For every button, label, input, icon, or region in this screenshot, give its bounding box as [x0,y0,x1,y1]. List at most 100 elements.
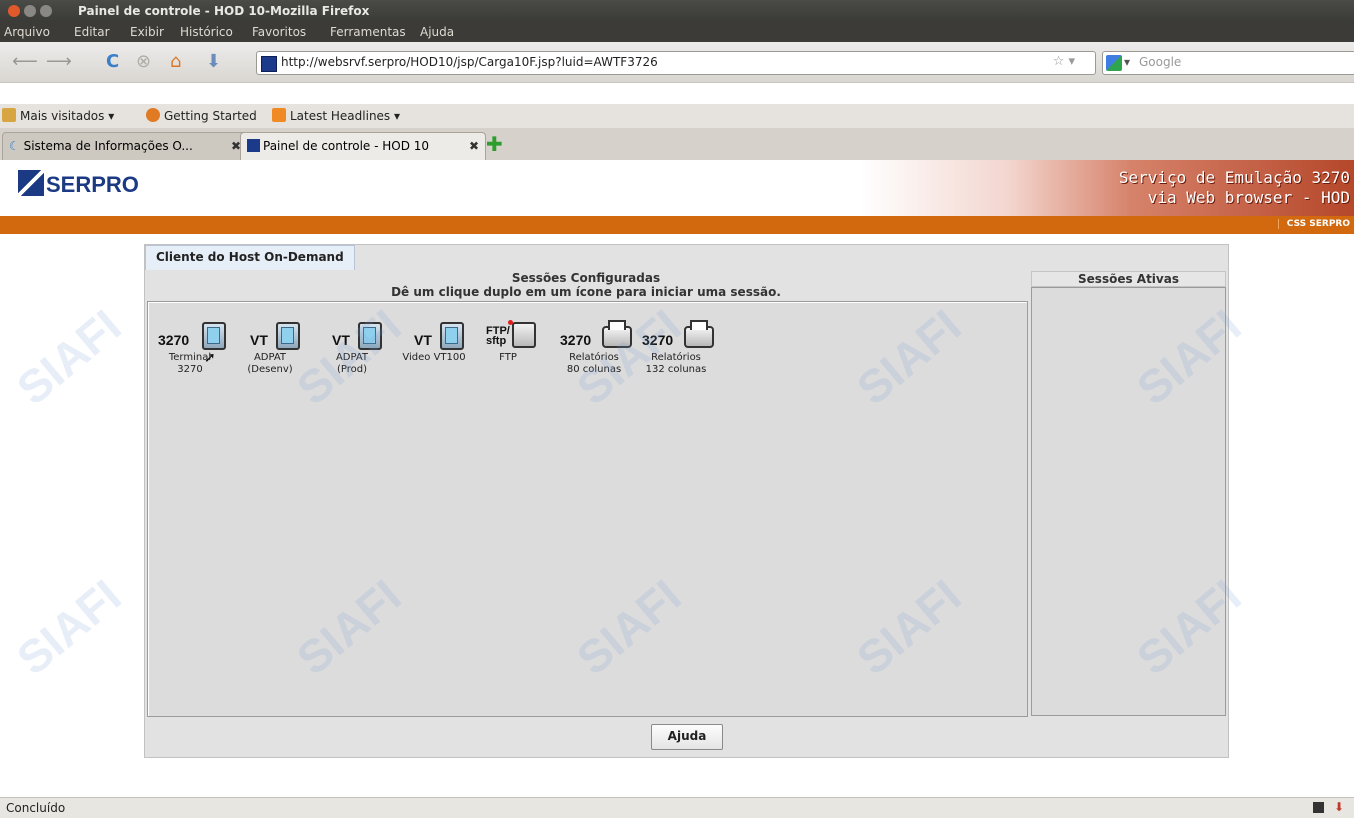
serpro-logo: SERPRO [18,170,139,198]
menu-bar: Arquivo Editar Exibir Histórico Favorito… [0,22,1354,42]
session-tag: 3270 [642,332,674,348]
session-tag: VT [414,332,432,348]
session-tag: FTP/ sftp [486,325,510,347]
rss-icon [272,108,286,122]
reload-icon[interactable]: C [106,52,119,72]
session-terminal-3270[interactable]: 3270 Terminal 3270 [150,316,230,376]
new-tab-icon[interactable]: ✚ [486,134,504,154]
search-placeholder: Google [1139,55,1182,69]
session-sublabel: 3270 [177,364,203,375]
configured-sessions-hint: Dê um clique duplo em um ícone para inic… [391,285,781,299]
help-button[interactable]: Ajuda [651,724,723,750]
bookmarks-bar: Mais visitados ▾ Getting Started Latest … [0,104,1354,129]
home-icon[interactable]: ⌂ [170,52,181,72]
loading-icon: ☾ [9,139,24,153]
monitor-icon [358,322,382,350]
monitor-icon [276,322,300,350]
menu-ajuda[interactable]: Ajuda [420,25,454,39]
printer-icon [684,320,714,348]
session-label: FTP [499,352,517,363]
banner-graphic: Serviço de Emulação 3270 via Web browser… [860,160,1354,216]
site-favicon [261,56,277,72]
banner-line1: Serviço de Emulação 3270 [1118,168,1350,187]
session-sublabel: (Prod) [336,364,367,375]
search-engine-icon[interactable] [1106,55,1122,71]
serpro-logo-mark [18,170,44,196]
menu-historico[interactable]: Histórico [180,25,233,39]
session-label: Video VT100 [402,352,466,363]
applet-status-icon [1313,802,1324,813]
tab-sistema-informacoes[interactable]: ☾ Sistema de Informações O... ✖ [2,132,248,161]
monitor-icon [440,322,464,350]
configured-sessions-title: Sessões Configuradas [511,271,661,285]
session-video-vt100[interactable]: VT Video VT100 [394,316,474,364]
configured-sessions-header: Sessões Configuradas Dê um clique duplo … [145,271,1027,299]
session-sublabel: (Desenv) [247,364,293,375]
tab-bar: ☾ Sistema de Informações O... ✖ Painel d… [0,128,1354,161]
menu-ferramentas[interactable]: Ferramentas [330,25,406,39]
bookmark-getting-started[interactable]: Getting Started [146,108,257,123]
session-tag: 3270 [560,332,592,348]
minimize-window-button[interactable] [24,5,36,17]
close-window-button[interactable] [8,5,20,17]
session-ftp[interactable]: FTP/ sftp FTP [468,316,548,364]
navigation-toolbar: ⟵ ⟶ C ⊗ ⌂ ⬇ http://websrvf.serpro/HOD10/… [0,42,1354,83]
close-tab-icon[interactable]: ✖ [469,133,479,159]
window-title: Painel de controle - HOD 10-Mozilla Fire… [78,4,370,18]
address-url: http://websrvf.serpro/HOD10/jsp/Carga10F… [281,55,658,69]
bookmark-label: Latest Headlines ▾ [290,109,401,123]
tab-painel-controle[interactable]: Painel de controle - HOD 10 ✖ [240,132,486,161]
stop-icon[interactable]: ⊗ [136,52,151,72]
session-label: ADPAT [335,352,369,363]
session-relatorios-80[interactable]: 3270 Relatórios 80 colunas [554,316,634,376]
search-box[interactable]: ▾ Google [1102,51,1354,75]
menu-exibir[interactable]: Exibir [130,25,164,39]
session-sublabel: 132 colunas [645,364,707,375]
session-label: Relatórios [651,352,701,363]
download-icon[interactable]: ⬇ [206,52,221,72]
tab-label: Painel de controle - HOD 10 [263,139,430,153]
tab-label: Sistema de Informações O... [23,139,193,153]
maximize-window-button[interactable] [40,5,52,17]
window-titlebar: Painel de controle - HOD 10-Mozilla Fire… [0,0,1354,22]
session-tag: VT [250,332,268,348]
configured-sessions-panel: 3270 Terminal 3270 VT ADPAT (Desenv) VT … [147,301,1028,717]
session-adpat-prod[interactable]: VT ADPAT (Prod) [312,316,392,376]
bookmark-label: Getting Started [164,109,257,123]
printer-icon [602,320,632,348]
folder-icon [2,108,16,122]
firefox-icon [146,108,160,122]
search-engine-dropdown-icon[interactable]: ▾ [1124,55,1130,69]
session-adpat-desenv[interactable]: VT ADPAT (Desenv) [230,316,310,376]
tab-cliente-host[interactable]: Cliente do Host On-Demand [145,245,355,270]
menu-favoritos[interactable]: Favoritos [252,25,306,39]
menu-editar[interactable]: Editar [74,25,110,39]
bookmark-star-icon[interactable]: ☆ ▾ [1053,54,1075,69]
page-banner: SERPRO Serviço de Emulação 3270 via Web … [0,160,1354,216]
ftp-icon [512,322,536,348]
download-status-icon: ⬇ [1333,800,1344,814]
ftp-status-dot-icon [508,320,513,325]
status-text: Concluído [6,801,66,815]
banner-line2: via Web browser - HOD [1147,188,1350,207]
forward-icon[interactable]: ⟶ [46,52,72,72]
site-favicon [247,139,260,152]
session-relatorios-132[interactable]: 3270 Relatórios 132 colunas [636,316,716,376]
session-label: Relatórios [569,352,619,363]
css-serpro-label: CSS SERPRO [1277,219,1350,229]
monitor-icon [202,322,226,350]
session-tag: VT [332,332,350,348]
active-sessions-panel [1031,287,1226,716]
bookmark-latest-headlines[interactable]: Latest Headlines ▾ [272,108,400,123]
active-sessions-title: Sessões Ativas [1031,271,1226,287]
back-icon[interactable]: ⟵ [12,52,38,72]
status-bar: Concluído ⬇ [0,797,1354,818]
session-sublabel: 80 colunas [566,364,622,375]
logo-text: SERPRO [46,172,139,197]
address-bar[interactable]: http://websrvf.serpro/HOD10/jsp/Carga10F… [256,51,1096,75]
session-label: ADPAT [253,352,287,363]
session-tag: 3270 [158,332,190,348]
bookmark-mais-visitados[interactable]: Mais visitados ▾ [2,108,114,123]
watermark: SIAFI [7,569,131,685]
menu-arquivo[interactable]: Arquivo [4,25,50,39]
